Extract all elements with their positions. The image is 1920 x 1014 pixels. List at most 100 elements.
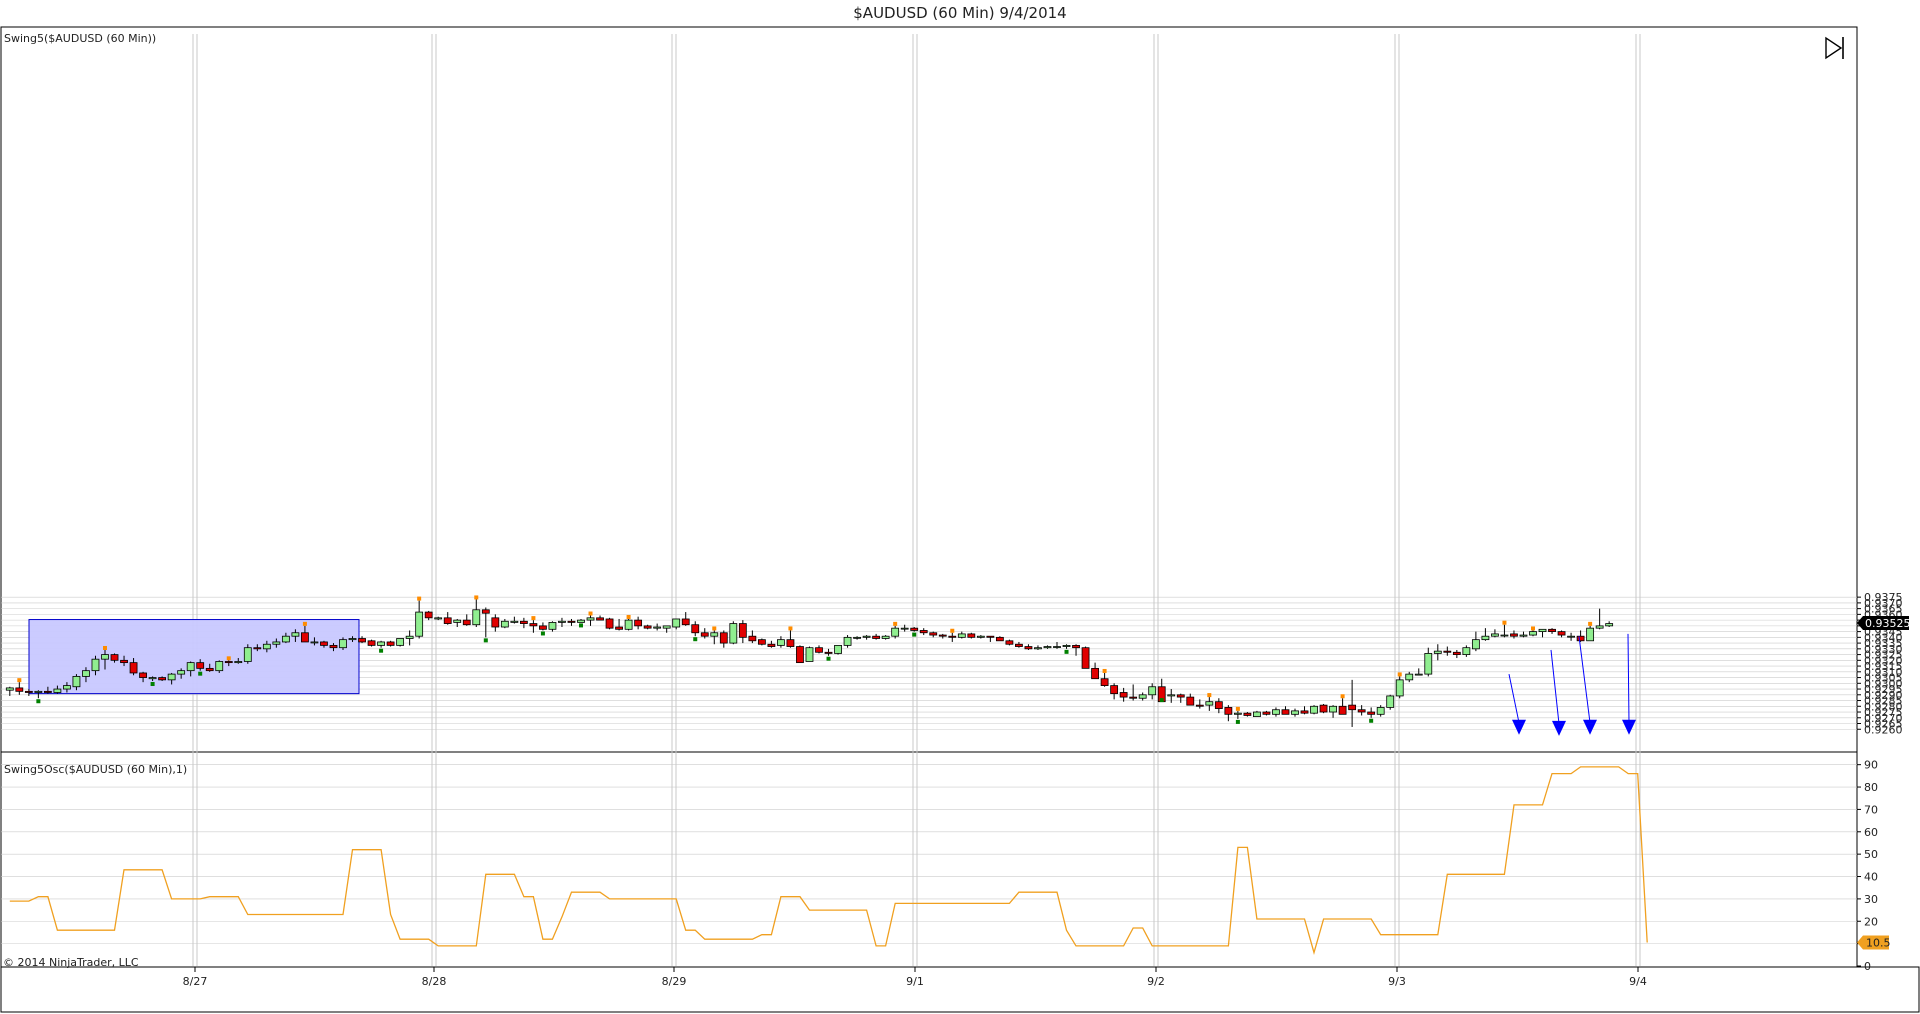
candle-body-down bbox=[129, 662, 138, 674]
candle bbox=[472, 599, 481, 628]
chart-canvas: 0.92600.92650.92700.92750.92800.92850.92… bbox=[0, 26, 1920, 1013]
candle bbox=[1386, 694, 1395, 710]
price-panel-label: Swing5($AUDUSD (60 Min)) bbox=[4, 32, 156, 45]
candle-body-up bbox=[377, 641, 385, 646]
swing-high-marker bbox=[1102, 668, 1107, 673]
candle bbox=[853, 636, 861, 640]
candle-body-up bbox=[272, 641, 281, 645]
candle-body-up bbox=[72, 676, 81, 688]
candle bbox=[529, 620, 538, 633]
candle-body-up bbox=[558, 620, 566, 623]
candle bbox=[1491, 629, 1499, 638]
candle-body-down bbox=[815, 647, 823, 653]
candle bbox=[1462, 645, 1471, 657]
candle-body-down bbox=[986, 635, 995, 638]
candle-body-up bbox=[843, 636, 852, 646]
candle bbox=[1005, 639, 1014, 646]
candle bbox=[519, 617, 528, 629]
arrow-line bbox=[1508, 674, 1520, 723]
candle bbox=[1452, 649, 1461, 659]
candle-body-up bbox=[339, 639, 347, 649]
candle-body-down bbox=[519, 620, 528, 624]
candle-body-down bbox=[948, 635, 957, 638]
skip-forward-triangle[interactable] bbox=[1825, 36, 1843, 60]
candle-body-down bbox=[1129, 696, 1138, 699]
candle-body-up bbox=[900, 627, 909, 630]
candle-body-up bbox=[281, 635, 290, 643]
skip-forward-icon[interactable] bbox=[1825, 36, 1844, 60]
candle bbox=[1024, 644, 1033, 650]
candle-body-down bbox=[596, 617, 604, 621]
candle-body-up bbox=[348, 638, 357, 641]
candle-body-down bbox=[634, 619, 643, 627]
swing-high-marker bbox=[302, 621, 307, 626]
candle-body-up bbox=[453, 619, 462, 623]
candle-body-up bbox=[415, 611, 424, 637]
osc-panel-label: Swing5Osc($AUDUSD (60 Min),1) bbox=[4, 763, 187, 776]
candle-body-up bbox=[653, 626, 662, 629]
candle bbox=[586, 615, 595, 626]
candle bbox=[872, 633, 881, 640]
candle bbox=[424, 610, 433, 621]
candle bbox=[596, 615, 604, 621]
candle-body-up bbox=[1586, 627, 1595, 642]
candle-body-up bbox=[82, 670, 90, 677]
candle-body-up bbox=[1481, 635, 1490, 641]
candle bbox=[1329, 705, 1337, 718]
candle-body-down bbox=[481, 609, 490, 614]
candle-body-down bbox=[529, 623, 538, 627]
candle bbox=[1529, 630, 1537, 637]
candle bbox=[1405, 671, 1414, 683]
swing-high-marker bbox=[226, 656, 231, 661]
candle-body-down bbox=[719, 632, 728, 644]
candle bbox=[1243, 712, 1252, 717]
candle-body-down bbox=[329, 644, 338, 649]
candle-body-up bbox=[1253, 711, 1261, 718]
candle-body-down bbox=[386, 641, 395, 646]
candle-body-up bbox=[234, 661, 243, 664]
arrow-line bbox=[1550, 649, 1560, 724]
candle-body-up bbox=[548, 622, 557, 630]
candle-body-up bbox=[1167, 694, 1176, 697]
swing-high-marker bbox=[588, 611, 593, 616]
date-tick-label: 9/4 bbox=[1629, 975, 1647, 988]
candle-body-up bbox=[1605, 623, 1614, 627]
candle bbox=[767, 640, 776, 648]
candle-body-down bbox=[1214, 701, 1223, 709]
candle bbox=[976, 635, 985, 639]
candle-body-up bbox=[1062, 644, 1071, 647]
candle-body-down bbox=[1576, 635, 1585, 642]
candle-body-up bbox=[834, 644, 842, 654]
candle bbox=[748, 630, 757, 644]
candle-body-up bbox=[624, 619, 633, 630]
candle bbox=[881, 635, 890, 640]
candle bbox=[443, 612, 452, 625]
candle-body-down bbox=[301, 632, 309, 643]
date-tick-label: 9/1 bbox=[906, 975, 924, 988]
candle bbox=[1176, 693, 1185, 703]
candle-body-down bbox=[1443, 650, 1452, 653]
swing-low-marker bbox=[198, 671, 203, 676]
osc-tick-label: 30 bbox=[1864, 893, 1878, 906]
candle bbox=[1424, 647, 1433, 677]
osc-tick-label: 80 bbox=[1864, 781, 1878, 794]
candle-body-down bbox=[424, 611, 433, 619]
candle-body-down bbox=[1091, 667, 1099, 680]
arrow-line bbox=[1578, 636, 1591, 723]
candle-body-up bbox=[1376, 707, 1385, 715]
candle-body-up bbox=[310, 641, 319, 644]
candle bbox=[34, 690, 43, 699]
candle bbox=[691, 621, 700, 637]
candle-body-up bbox=[881, 635, 890, 639]
candle-body-up bbox=[1233, 712, 1242, 715]
candle-body-down bbox=[1224, 707, 1233, 715]
candle-body-down bbox=[995, 636, 1004, 642]
arrow-head bbox=[1583, 719, 1597, 735]
candle-body-up bbox=[243, 647, 252, 662]
candle bbox=[1129, 684, 1138, 701]
candle-body-up bbox=[672, 618, 681, 628]
candle-body-down bbox=[443, 617, 452, 624]
candle-body-up bbox=[710, 632, 719, 637]
candle-body-down bbox=[158, 677, 167, 681]
candle bbox=[1253, 710, 1261, 718]
